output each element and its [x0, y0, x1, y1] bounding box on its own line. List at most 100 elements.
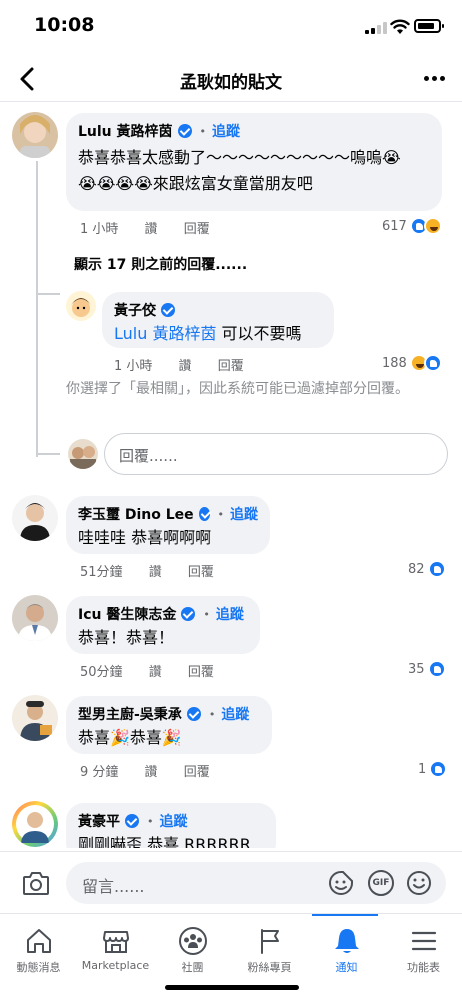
- comment-dino-lee: 李玉璽 Dino Lee • 追蹤 哇哇哇 恭喜啊啊啊 51分鐘 讚 回覆 82: [0, 490, 462, 585]
- like-link[interactable]: 讚: [145, 222, 158, 237]
- reply-link[interactable]: 回覆: [218, 359, 244, 374]
- camera-icon[interactable]: [22, 870, 50, 896]
- groups-icon: [179, 927, 207, 955]
- comment-bubble[interactable]: 型男主廚-吳秉承 • 追蹤 恭喜🎉恭喜🎉: [66, 696, 272, 754]
- sticker-icon[interactable]: [328, 870, 354, 896]
- comment-time: 1 小時: [80, 222, 119, 237]
- tab-label: 通知: [335, 961, 358, 974]
- reaction-count: 617: [382, 218, 407, 234]
- reply-placeholder: 回覆......: [119, 447, 178, 465]
- comment-time: 50分鐘: [80, 665, 123, 680]
- like-reaction-icon: [429, 760, 448, 778]
- comment-text: 哇哇哇 恭喜啊啊啊: [78, 528, 212, 547]
- haha-reaction-icon: [423, 217, 442, 235]
- commenter-name[interactable]: Icu 醫生陳志金: [78, 604, 176, 624]
- like-link[interactable]: 讚: [149, 665, 162, 680]
- home-indicator[interactable]: [165, 985, 299, 990]
- avatar[interactable]: [12, 495, 58, 541]
- comment-input[interactable]: 留言...... GIF: [66, 862, 446, 904]
- reaction-summary[interactable]: 82: [408, 558, 446, 580]
- commenter-name[interactable]: 李玉璽 Dino Lee: [78, 504, 194, 524]
- commenter-name[interactable]: 黃子佼: [114, 300, 156, 320]
- avatar[interactable]: [12, 595, 58, 641]
- battery-icon: [414, 19, 444, 33]
- reaction-summary[interactable]: 617: [382, 215, 442, 237]
- reply-input[interactable]: 回覆......: [104, 433, 448, 475]
- comment-bubble[interactable]: 李玉璽 Dino Lee • 追蹤 哇哇哇 恭喜啊啊啊: [66, 496, 270, 554]
- comment-time: 51分鐘: [80, 565, 123, 580]
- verified-badge-icon: [186, 707, 201, 721]
- follow-link[interactable]: 追蹤: [160, 811, 188, 831]
- reaction-summary[interactable]: 188: [382, 352, 442, 374]
- verified-badge-icon: [161, 303, 175, 317]
- tab-menu[interactable]: 功能表: [385, 914, 462, 984]
- follow-link[interactable]: 追蹤: [212, 121, 240, 141]
- follow-link[interactable]: 追蹤: [221, 704, 249, 724]
- tab-label: 社團: [181, 961, 204, 974]
- tab-label: 粉絲專頁: [247, 961, 292, 974]
- status-bar: 10:08: [0, 0, 462, 56]
- like-link[interactable]: 讚: [179, 359, 192, 374]
- comment-text: 恭喜恭喜太感動了～～～～～～～～～嗚嗚😭: [78, 148, 401, 167]
- mention-link[interactable]: Lulu 黃路梓茵: [114, 324, 216, 343]
- comment-time: 1 小時: [114, 359, 153, 374]
- comment-bubble[interactable]: 黃豪平 • 追蹤 剛剛嚇歪 恭喜 RRRRRR: [66, 803, 276, 848]
- verified-badge-icon: [181, 607, 196, 621]
- like-reaction-icon: [427, 660, 446, 678]
- commenter-name[interactable]: 黃豪平: [78, 811, 120, 831]
- reaction-count: 188: [382, 355, 407, 371]
- reaction-count: 82: [408, 561, 425, 577]
- verified-badge-icon: [177, 124, 192, 138]
- reaction-count: 35: [408, 661, 425, 677]
- follow-link[interactable]: 追蹤: [230, 504, 258, 524]
- more-options-icon[interactable]: [422, 76, 446, 82]
- commenter-name[interactable]: Lulu 黃路梓茵: [78, 121, 173, 141]
- reply-link[interactable]: 回覆: [184, 222, 210, 237]
- comment-text: 😭😭😭😭來跟炫富女童當朋友吧: [78, 174, 313, 193]
- cellular-signal-icon: [365, 22, 387, 34]
- like-reaction-icon: [423, 354, 442, 372]
- tab-notifications[interactable]: 通知: [308, 914, 385, 984]
- tab-label: 功能表: [407, 961, 440, 974]
- reaction-summary[interactable]: 35: [408, 658, 446, 680]
- comment-time: 9 分鐘: [80, 765, 119, 780]
- comment-bubble[interactable]: 黃子佼 Lulu 黃路梓茵 可以不要嗎: [102, 292, 334, 348]
- my-avatar: [68, 439, 98, 469]
- avatar[interactable]: [12, 695, 58, 741]
- like-reaction-icon: [427, 560, 446, 578]
- tab-pages[interactable]: 粉絲專頁: [231, 914, 308, 984]
- reply-link[interactable]: 回覆: [188, 665, 214, 680]
- comment-lulu: Lulu 黃路梓茵 • 追蹤 恭喜恭喜太感動了～～～～～～～～～嗚嗚😭 😭😭😭😭…: [0, 103, 462, 243]
- verified-badge-icon: [198, 507, 210, 521]
- comment-bubble[interactable]: Icu 醫生陳志金 • 追蹤 恭喜！恭喜！: [66, 596, 260, 654]
- avatar[interactable]: [12, 801, 58, 847]
- show-previous-replies[interactable]: 顯示 17 則之前的回覆......: [74, 254, 247, 274]
- tab-marketplace[interactable]: Marketplace: [77, 914, 154, 984]
- page-title: 孟耿如的貼文: [180, 73, 282, 93]
- reply-link[interactable]: 回覆: [184, 765, 210, 780]
- comment-text: 恭喜！恭喜！: [78, 628, 175, 647]
- reply-link[interactable]: 回覆: [188, 565, 214, 580]
- comment-text: 可以不要嗎: [216, 324, 302, 343]
- emoji-icon[interactable]: [406, 870, 432, 896]
- tab-label: Marketplace: [81, 959, 150, 972]
- verified-badge-icon: [125, 814, 139, 828]
- comment-feed[interactable]: Lulu 黃路梓茵 • 追蹤 恭喜恭喜太感動了～～～～～～～～～嗚嗚😭 😭😭😭😭…: [0, 103, 462, 848]
- comment-placeholder: 留言......: [82, 877, 145, 896]
- tab-label: 動態消息: [16, 961, 61, 974]
- tab-groups[interactable]: 社團: [154, 914, 231, 984]
- tab-news-feed[interactable]: 動態消息: [0, 914, 77, 984]
- marketplace-icon: [103, 931, 129, 953]
- comment-text: 恭喜🎉恭喜🎉: [78, 728, 182, 747]
- avatar[interactable]: [66, 291, 96, 321]
- commenter-name[interactable]: 型男主廚-吳秉承: [78, 704, 182, 724]
- follow-link[interactable]: 追蹤: [216, 604, 244, 624]
- avatar[interactable]: [12, 112, 58, 158]
- reaction-summary[interactable]: 1: [418, 758, 448, 780]
- comment-bubble[interactable]: Lulu 黃路梓茵 • 追蹤 恭喜恭喜太感動了～～～～～～～～～嗚嗚😭 😭😭😭😭…: [66, 113, 442, 211]
- comment-huang-hao-ping: 黃豪平 • 追蹤 剛剛嚇歪 恭喜 RRRRRR: [0, 797, 462, 848]
- like-link[interactable]: 讚: [149, 565, 162, 580]
- gif-icon[interactable]: GIF: [368, 870, 394, 896]
- comment-text: 剛剛嚇歪 恭喜 RRRRRR: [78, 835, 251, 848]
- like-link[interactable]: 讚: [145, 765, 158, 780]
